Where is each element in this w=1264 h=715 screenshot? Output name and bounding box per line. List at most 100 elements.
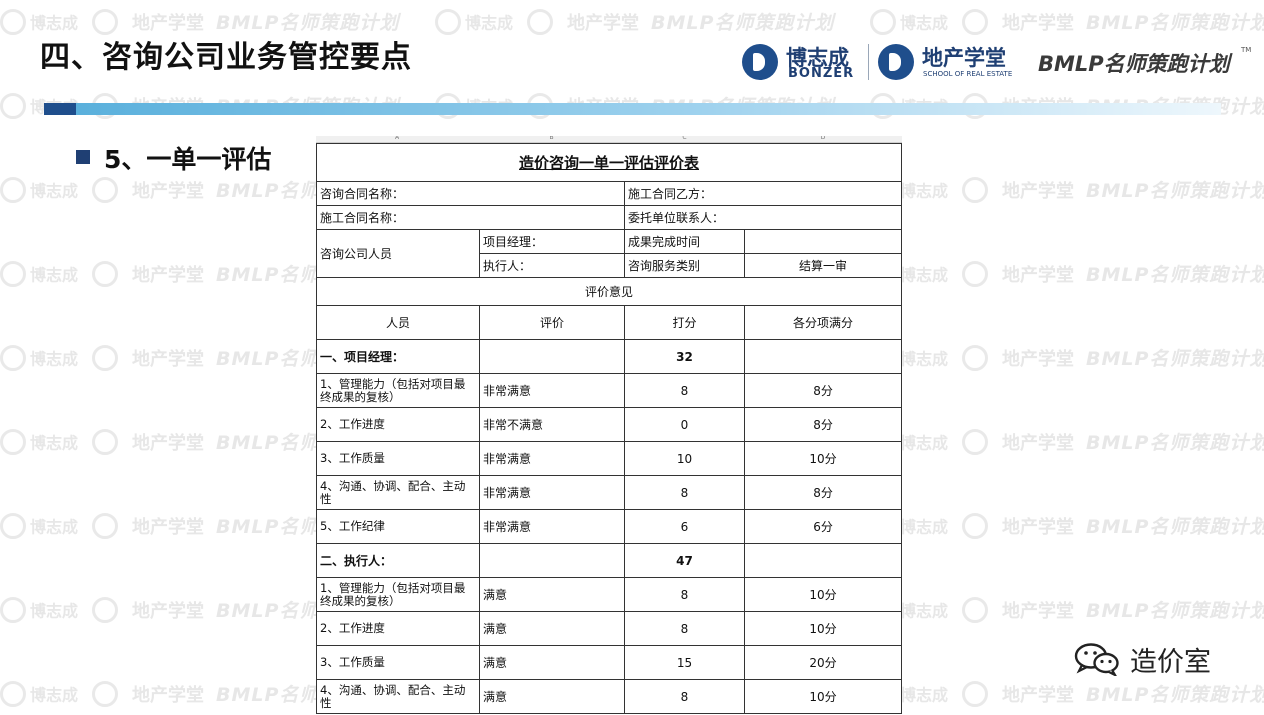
watermark-logo-icon <box>0 428 26 455</box>
rating-cell <box>479 543 625 578</box>
full-score-cell: 10分 <box>743 679 902 714</box>
rating-cell: 非常满意 <box>479 475 625 510</box>
header-rating: 评价 <box>479 305 625 340</box>
rating-cell: 非常满意 <box>479 441 625 476</box>
watermark-text-a: 博志成 <box>900 265 949 285</box>
watermark-logo-icon <box>0 8 26 35</box>
item-cell: 3、工作质量 <box>316 441 480 476</box>
school-logo-cn: 地产学堂 <box>922 46 1006 70</box>
column-letter-b: B <box>549 136 554 141</box>
table-row: 1、管理能力（包括对项目最终成果的复核） 满意 8 10分 <box>316 577 902 612</box>
completion-time-value-cell <box>743 229 902 254</box>
watermark-logo-icon <box>962 680 989 707</box>
item-cell: 二、执行人： <box>316 543 480 578</box>
wechat-badge: 造价室 <box>1072 638 1232 678</box>
watermark-text-b: 地产学堂 <box>1002 180 1075 202</box>
full-score-cell: 10分 <box>743 441 902 476</box>
watermark-text-c: BMLP名师策跑计划 <box>1086 12 1264 34</box>
watermark-logo-icon <box>962 428 989 455</box>
watermark-logo-icon <box>0 680 26 707</box>
watermark-text-b: 地产学堂 <box>132 264 205 286</box>
watermark-text-b: 地产学堂 <box>132 348 205 370</box>
completion-time-label-cell: 成果完成时间 <box>624 229 745 254</box>
header-full-score: 各分项满分 <box>743 305 902 340</box>
logo-separator <box>868 44 869 80</box>
score-cell: 8 <box>624 679 745 714</box>
watermark-text-c: BMLP名师策跑计划 <box>1086 684 1264 706</box>
score-cell: 8 <box>624 475 745 510</box>
rating-cell: 满意 <box>479 611 625 646</box>
bonzer-logo-en: BONZER <box>788 66 855 81</box>
column-header-strip: A B C D <box>316 136 902 143</box>
watermark-logo-icon <box>962 512 989 539</box>
watermark-text-b: 地产学堂 <box>132 12 205 34</box>
watermark-text-c: BMLP名师策跑计划 <box>1086 180 1264 202</box>
watermark-text-b: 地产学堂 <box>132 516 205 538</box>
watermark-text-b: 地产学堂 <box>1002 12 1075 34</box>
watermark-unit: 博志成 地产学堂 BMLP名师策跑计划 <box>0 8 435 35</box>
watermark-logo-icon <box>962 8 989 35</box>
watermark-unit: 博志成 地产学堂 BMLP名师策跑计划 <box>870 512 1264 539</box>
watermark-logo-icon <box>0 596 26 623</box>
watermark-unit: 博志成 地产学堂 BMLP名师策跑计划 <box>435 8 870 35</box>
watermark-logo-icon <box>0 176 26 203</box>
watermark-logo-icon <box>962 596 989 623</box>
table-row: 3、工作质量 非常满意 10 10分 <box>316 441 902 476</box>
service-type-label-cell: 咨询服务类别 <box>624 253 745 278</box>
trademark-mark: TM <box>1241 46 1252 54</box>
watermark-unit: 博志成 地产学堂 BMLP名师策跑计划 <box>870 596 1264 623</box>
watermark-logo-icon <box>0 92 26 119</box>
watermark-text-b: 地产学堂 <box>1002 348 1075 370</box>
watermark-logo-icon <box>870 8 896 35</box>
score-cell: 32 <box>624 339 745 374</box>
table-row: 3、工作质量 满意 15 20分 <box>316 645 902 680</box>
watermark-unit: 博志成 地产学堂 BMLP名师策跑计划 <box>870 428 1264 455</box>
school-logo-en: SCHOOL OF REAL ESTATE <box>923 70 1013 78</box>
full-score-cell: 8分 <box>743 407 902 442</box>
header-bar-gradient <box>76 103 1221 115</box>
watermark-text-b: 地产学堂 <box>1002 264 1075 286</box>
watermark-text-c: BMLP名师策跑计划 <box>1086 348 1264 370</box>
rating-cell: 满意 <box>479 645 625 680</box>
column-letter-a: A <box>394 136 400 141</box>
item-cell: 一、项目经理： <box>316 339 480 374</box>
watermark-logo-icon <box>527 8 554 35</box>
watermark-text-b: 地产学堂 <box>132 684 205 706</box>
watermark-text-a: 博志成 <box>900 181 949 201</box>
item-cell: 5、工作纪律 <box>316 509 480 544</box>
table-row: 2、工作进度 非常不满意 0 8分 <box>316 407 902 442</box>
full-score-cell: 10分 <box>743 611 902 646</box>
full-score-cell: 6分 <box>743 509 902 544</box>
contract-name-cell: 咨询合同名称： <box>316 181 625 206</box>
watermark-unit: 博志成 地产学堂 BMLP名师策跑计划 <box>870 260 1264 287</box>
evaluation-table: 造价咨询一单一评估评价表 咨询合同名称： 施工合同乙方： 施工合同名称： 委托单… <box>316 143 902 714</box>
table-row: 4、沟通、协调、配合、主动性 满意 8 10分 <box>316 679 902 714</box>
watermark-text-a: 博志成 <box>30 685 79 705</box>
bullet-square-icon <box>76 150 90 164</box>
header-score: 打分 <box>624 305 745 340</box>
item-cell: 1、管理能力（包括对项目最终成果的复核） <box>316 373 480 408</box>
score-cell: 8 <box>624 373 745 408</box>
score-cell: 15 <box>624 645 745 680</box>
executor-label-cell: 执行人： <box>479 253 625 278</box>
watermark-text-c: BMLP名师策跑计划 <box>1086 600 1264 622</box>
section-row: 一、项目经理： 32 <box>316 339 902 374</box>
full-score-cell: 8分 <box>743 475 902 510</box>
watermark-text-a: 博志成 <box>900 349 949 369</box>
watermark-text-b: 地产学堂 <box>132 432 205 454</box>
item-cell: 1、管理能力（包括对项目最终成果的复核） <box>316 577 480 612</box>
watermark-logo-icon <box>962 344 989 371</box>
score-cell: 8 <box>624 611 745 646</box>
watermark-text-a: 博志成 <box>30 13 79 33</box>
service-type-value-cell: 结算一审 <box>743 253 902 278</box>
score-cell: 10 <box>624 441 745 476</box>
full-score-cell: 20分 <box>743 645 902 680</box>
score-cell: 6 <box>624 509 745 544</box>
watermark-logo-icon <box>92 596 119 623</box>
watermark-text-c: BMLP名师策跑计划 <box>1086 516 1264 538</box>
staff-label-cell: 咨询公司人员 <box>316 229 480 278</box>
bonzer-logo-icon <box>742 44 778 80</box>
full-score-cell <box>743 543 902 578</box>
watermark-logo-icon <box>0 344 26 371</box>
watermark-logo-icon <box>0 512 26 539</box>
